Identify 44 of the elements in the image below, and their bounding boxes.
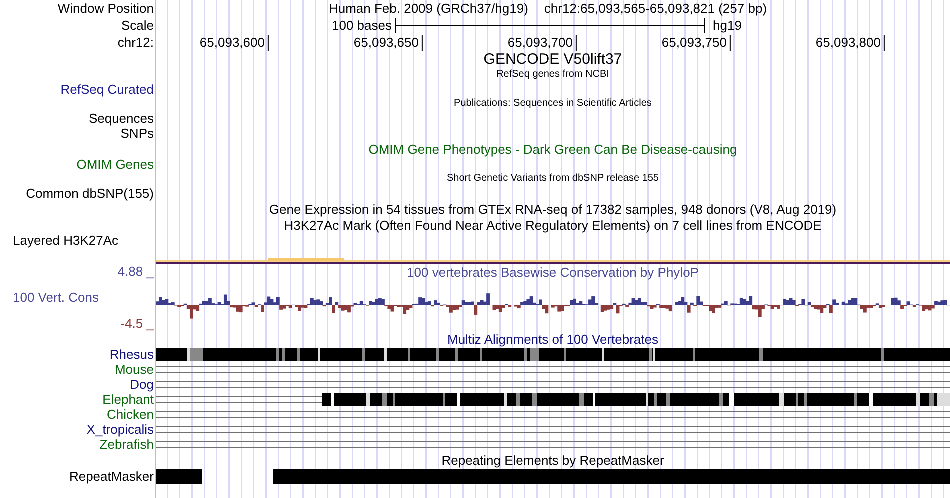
track-description: Short Genetic Variants from dbSNP release 155 [447, 174, 659, 184]
track-label[interactable]: Chicken [107, 408, 154, 421]
track-label[interactable]: Zebrafish [100, 438, 154, 451]
track-label[interactable]: SNPs [120, 127, 154, 140]
scale-text: 100 bases [332, 19, 392, 32]
track-title: Gene Expression in 54 tissues from GTEx RNA-seq of 17382 samples, 948 donors (V8, Aug 2019) [269, 202, 837, 216]
track-label[interactable]: Layered H3K27Ac [13, 234, 119, 247]
track-label[interactable]: Elephant [102, 393, 154, 406]
track-label[interactable]: RefSeq Curated [60, 83, 154, 96]
scale-assembly: hg19 [713, 19, 742, 32]
track-label[interactable]: Mouse [114, 363, 154, 376]
tick-mark [576, 34, 577, 50]
track-label[interactable]: OMIM Genes [76, 158, 154, 171]
track-label[interactable]: Rhesus [110, 348, 154, 361]
track-description: Publications: Sequences in Scientific Articles [454, 99, 652, 109]
track-description: RefSeq genes from NCBI [496, 70, 610, 80]
tick-mark [422, 34, 423, 50]
ruler-label: 65,093,750 [662, 36, 727, 49]
track-label[interactable]: 100 Vert. Cons [13, 291, 99, 304]
ruler-label: 65,093,650 [354, 36, 419, 49]
track-title: Repeating Elements by RepeatMasker [442, 454, 664, 466]
ruler-label: 65,093,700 [508, 36, 573, 49]
track-label[interactable]: RepeatMasker [69, 470, 154, 482]
track-label[interactable]: Dog [130, 378, 154, 391]
track-label[interactable]: Scale [121, 19, 154, 32]
track-title: Multiz Alignments of 100 Vertebrates [447, 332, 658, 346]
track-label[interactable]: Sequences [88, 112, 154, 125]
tick-mark [268, 34, 269, 50]
track-label[interactable]: chr12: [118, 36, 154, 49]
track-title: GENCODE V50lift37 [484, 52, 622, 67]
tick-mark [884, 34, 885, 50]
axis-min-label: -4.5 _ [120, 317, 154, 330]
track-label[interactable]: X_tropicalis [86, 423, 154, 436]
ruler-label: 65,093,800 [816, 36, 881, 49]
position-text: chr12:65,093,565-65,093,821 (257 bp) [544, 2, 768, 15]
track-label[interactable]: Common dbSNP(155) [26, 187, 154, 200]
track-title: 100 vertebrates Basewise Conservation by PhyloP [407, 266, 699, 278]
track-label[interactable]: Window Position [58, 2, 154, 15]
track-title: OMIM Gene Phenotypes - Dark Green Can Be Disease-causing [368, 142, 738, 156]
axis-max-label: 4.88 _ [118, 265, 154, 278]
track-title: H3K27Ac Mark (Often Found Near Active Regulatory Elements) on 7 cell lines from ENCODE [284, 218, 822, 232]
tick-mark [730, 34, 731, 50]
ruler-label: 65,093,600 [200, 36, 265, 49]
assembly-title: Human Feb. 2009 (GRCh37/hg19) [328, 2, 528, 15]
